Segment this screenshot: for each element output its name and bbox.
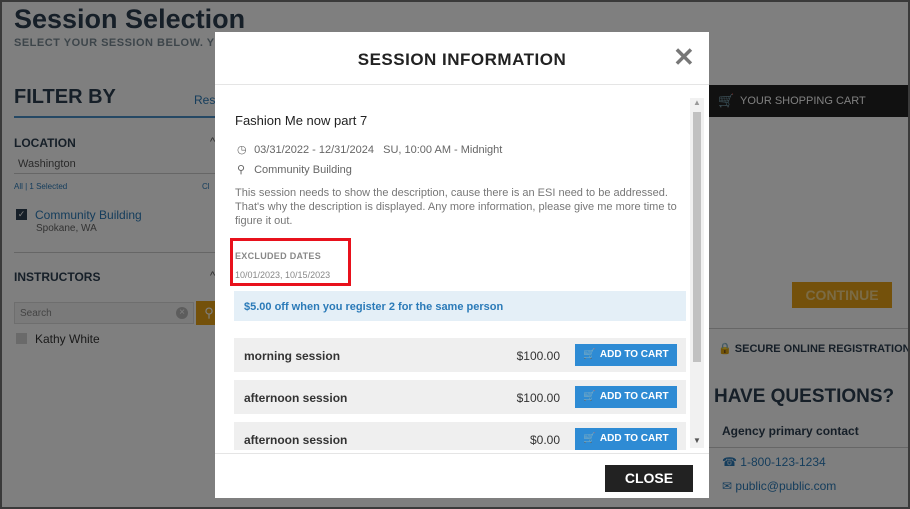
scrollbar-thumb[interactable] <box>693 112 701 362</box>
modal-title: SESSION INFORMATION <box>357 50 567 69</box>
session-row: afternoon session $0.00 🛒 ADD TO CART <box>234 422 686 450</box>
add-to-cart-label: ADD TO CART <box>599 391 669 402</box>
session-row-price: $100.00 <box>516 349 560 363</box>
cart-icon: 🛒 <box>583 433 596 444</box>
session-row-price: $0.00 <box>529 433 560 447</box>
location-text: Community Building <box>254 164 352 176</box>
session-information-modal: SESSION INFORMATION ✕ Fashion Me now par… <box>215 32 709 498</box>
session-row-price: $100.00 <box>516 391 560 405</box>
schedule-text: 03/31/2022 - 12/31/2024 SU, 10:00 AM - M… <box>254 144 503 156</box>
add-to-cart-button[interactable]: 🛒 ADD TO CART <box>575 428 677 450</box>
cart-icon: 🛒 <box>583 391 596 402</box>
close-button[interactable]: CLOSE <box>605 465 693 492</box>
modal-body[interactable]: Fashion Me now part 7 ◷ 03/31/2022 - 12/… <box>215 86 709 450</box>
add-to-cart-label: ADD TO CART <box>599 349 669 360</box>
app-frame: Session Selection SELECT YOUR SESSION BE… <box>0 0 910 509</box>
promo-banner: $5.00 off when you register 2 for the sa… <box>234 291 686 321</box>
session-row: morning session $100.00 🛒 ADD TO CART <box>234 338 686 372</box>
excluded-dates-value: 10/01/2023, 10/15/2023 <box>235 270 331 280</box>
scroll-up-arrow-icon[interactable]: ▲ <box>693 98 701 107</box>
add-to-cart-button[interactable]: 🛒 ADD TO CART <box>575 344 677 366</box>
add-to-cart-label: ADD TO CART <box>599 433 669 444</box>
session-name: Fashion Me now part 7 <box>235 113 368 128</box>
modal-header: SESSION INFORMATION ✕ <box>215 32 709 85</box>
session-row: afternoon session $100.00 🛒 ADD TO CART <box>234 380 686 414</box>
clock-icon: ◷ <box>237 144 247 156</box>
session-schedule: ◷ 03/31/2022 - 12/31/2024 SU, 10:00 AM -… <box>237 143 502 156</box>
modal-footer-divider <box>215 453 709 454</box>
session-description: This session needs to show the descripti… <box>235 187 677 227</box>
cart-icon: 🛒 <box>583 349 596 360</box>
modal-scrollbar[interactable]: ▲ ▼ <box>690 98 704 448</box>
excluded-dates-label: EXCLUDED DATES <box>235 251 322 261</box>
session-row-name: morning session <box>244 349 341 363</box>
session-row-name: afternoon session <box>244 433 348 447</box>
scroll-down-arrow-icon[interactable]: ▼ <box>693 436 701 445</box>
session-row-name: afternoon session <box>244 391 348 405</box>
close-icon[interactable]: ✕ <box>673 44 695 70</box>
add-to-cart-button[interactable]: 🛒 ADD TO CART <box>575 386 677 408</box>
map-pin-icon: ⚲ <box>237 164 246 176</box>
session-location: ⚲ Community Building <box>237 163 352 176</box>
